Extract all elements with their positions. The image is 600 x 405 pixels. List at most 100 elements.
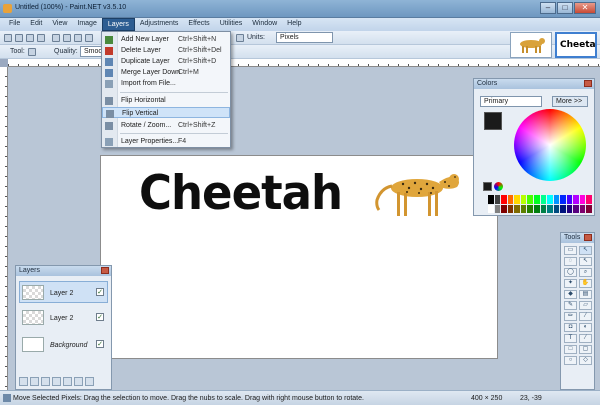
maximize-button[interactable]: □ — [557, 2, 573, 14]
menu-item-import-from-file[interactable]: Import from File... — [102, 78, 230, 89]
clone-stamp-icon[interactable]: ◘ — [564, 323, 577, 332]
add-layer-icon[interactable] — [19, 377, 28, 386]
freeform-shape-icon[interactable]: ◇ — [579, 356, 592, 365]
thumbnail-label: Cheetah — [560, 40, 596, 50]
color-wheel[interactable] — [514, 109, 586, 181]
layer-name: Layer 2 — [50, 315, 74, 322]
menu-item-add-new-layer[interactable]: Add New Layer Ctrl+Shift+N — [102, 34, 230, 45]
menu-item-flip-horizontal[interactable]: Flip Horizontal — [102, 95, 230, 106]
move-selection-icon[interactable]: ↖ — [579, 257, 592, 266]
rectangle-icon[interactable]: □ — [564, 345, 577, 354]
move-selected-pixels-icon[interactable]: ↖ — [579, 246, 592, 255]
open-icon[interactable] — [15, 34, 23, 42]
menu-utilities[interactable]: Utilities — [215, 18, 248, 31]
menu-item-shortcut: Ctrl+Shift+Z — [178, 122, 216, 129]
menu-file[interactable]: File — [4, 18, 25, 31]
horizontal-ruler — [8, 59, 600, 67]
layer-properties-icon[interactable] — [85, 377, 94, 386]
layer-visibility-checkbox[interactable]: ✓ — [96, 288, 104, 296]
minimize-button[interactable]: – — [540, 2, 556, 14]
magic-wand-icon[interactable]: ✦ — [564, 279, 577, 288]
menu-image[interactable]: Image — [72, 18, 101, 31]
menu-item-label: Merge Layer Down — [121, 69, 181, 76]
recolor-icon[interactable]: ◐ — [579, 323, 592, 332]
menu-item-flip-vertical[interactable]: Flip Vertical — [102, 107, 230, 118]
menu-adjustments[interactable]: Adjustments — [135, 18, 184, 31]
layers-panel: Layers Layer 2 ✓ Layer 2 ✓ Background ✓ — [15, 265, 112, 390]
move-layer-down-icon[interactable] — [74, 377, 83, 386]
cut-icon[interactable] — [52, 34, 60, 42]
copy-icon[interactable] — [63, 34, 71, 42]
menu-help[interactable]: Help — [282, 18, 306, 31]
close-button[interactable]: ✕ — [574, 2, 596, 14]
close-icon[interactable] — [101, 267, 109, 274]
rectangle-select-icon[interactable]: ▭ — [564, 246, 577, 255]
thumbnail-cheetah-image[interactable] — [510, 32, 552, 58]
more-colors-button[interactable]: More >> — [552, 96, 588, 107]
layer-row[interactable]: Background ✓ — [19, 333, 108, 355]
new-icon[interactable] — [4, 34, 12, 42]
menu-view[interactable]: View — [47, 18, 72, 31]
layer-row[interactable]: Layer 2 ✓ — [19, 306, 108, 328]
menu-item-merge-layer-down[interactable]: Merge Layer Down Ctrl+M — [102, 67, 230, 78]
move-tool-status-icon — [3, 394, 11, 402]
tool-grid: ▭ ↖ ◌ ↖ ◯ ⌕ ✦ ✋ ◆ ▤ ✎ ▱ ✏ ⁄ ◘ ◐ T ⁄ □ ▢ … — [564, 246, 592, 365]
color-palette[interactable] — [488, 195, 592, 213]
menu-window[interactable]: Window — [247, 18, 282, 31]
layer-name: Layer 2 — [50, 290, 74, 297]
merge-layer-icon — [105, 69, 113, 77]
thumbnail-cheetah-text[interactable]: Cheetah — [555, 32, 597, 58]
menu-item-label: Import from File... — [121, 80, 176, 87]
layer-row[interactable]: Layer 2 ✓ — [19, 281, 108, 303]
crop-icon[interactable] — [85, 34, 93, 42]
layer-visibility-checkbox[interactable]: ✓ — [96, 340, 104, 348]
paint-bucket-icon[interactable]: ◆ — [564, 290, 577, 299]
pencil-icon[interactable]: ✏ — [564, 312, 577, 321]
image-canvas[interactable]: Cheetah — [100, 155, 498, 359]
duplicate-layer-icon[interactable] — [41, 377, 50, 386]
menu-item-label: Delete Layer — [121, 47, 161, 54]
units-select[interactable]: Pixels — [276, 32, 333, 43]
merge-layer-icon[interactable] — [52, 377, 61, 386]
menu-item-rotate-zoom[interactable]: Rotate / Zoom... Ctrl+Shift+Z — [102, 120, 230, 131]
print-icon[interactable] — [37, 34, 45, 42]
layer-visibility-checkbox[interactable]: ✓ — [96, 313, 104, 321]
layer-properties-icon — [105, 138, 113, 146]
delete-layer-icon[interactable] — [30, 377, 39, 386]
text-icon[interactable]: T — [564, 334, 577, 343]
line-curve-icon[interactable]: ⁄ — [579, 334, 592, 343]
menu-item-shortcut: Ctrl+Shift+D — [178, 58, 217, 65]
palette-icon[interactable] — [494, 182, 503, 191]
color-picker-icon[interactable]: ⁄ — [579, 312, 592, 321]
paintbrush-icon[interactable]: ✎ — [564, 301, 577, 310]
vertical-ruler — [0, 67, 8, 390]
eraser-icon[interactable]: ▱ — [579, 301, 592, 310]
color-mode-select[interactable]: Primary — [480, 96, 542, 107]
menu-item-duplicate-layer[interactable]: Duplicate Layer Ctrl+Shift+D — [102, 56, 230, 67]
menu-effects[interactable]: Effects — [183, 18, 214, 31]
close-icon[interactable] — [584, 80, 592, 87]
gradient-icon[interactable]: ▤ — [579, 290, 592, 299]
menu-item-shortcut: F4 — [178, 138, 187, 145]
move-layer-up-icon[interactable] — [63, 377, 72, 386]
primary-color-swatch[interactable] — [484, 112, 502, 130]
menu-item-layer-properties[interactable]: Layer Properties... F4 — [102, 136, 230, 147]
grid-icon[interactable] — [236, 34, 244, 42]
rounded-rectangle-icon[interactable]: ▢ — [579, 345, 592, 354]
close-icon[interactable] — [584, 234, 592, 241]
lasso-select-icon[interactable]: ◌ — [564, 257, 577, 266]
menu-item-delete-layer[interactable]: Delete Layer Ctrl+Shift+Del — [102, 45, 230, 56]
ellipse-select-icon[interactable]: ◯ — [564, 268, 577, 277]
paste-icon[interactable] — [74, 34, 82, 42]
zoom-icon[interactable]: ⌕ — [579, 268, 592, 277]
pan-icon[interactable]: ✋ — [579, 279, 592, 288]
save-icon[interactable] — [26, 34, 34, 42]
ellipse-icon[interactable]: ○ — [564, 356, 577, 365]
status-text: Move Selected Pixels: Drag the selection… — [13, 395, 364, 402]
move-tool-icon[interactable] — [28, 48, 36, 56]
quality-select[interactable]: Smooth — [80, 46, 108, 57]
reset-colors-icon[interactable] — [483, 182, 492, 191]
menu-layers[interactable]: Layers — [101, 18, 135, 31]
cheetah-image — [375, 174, 459, 216]
menu-edit[interactable]: Edit — [25, 18, 47, 31]
